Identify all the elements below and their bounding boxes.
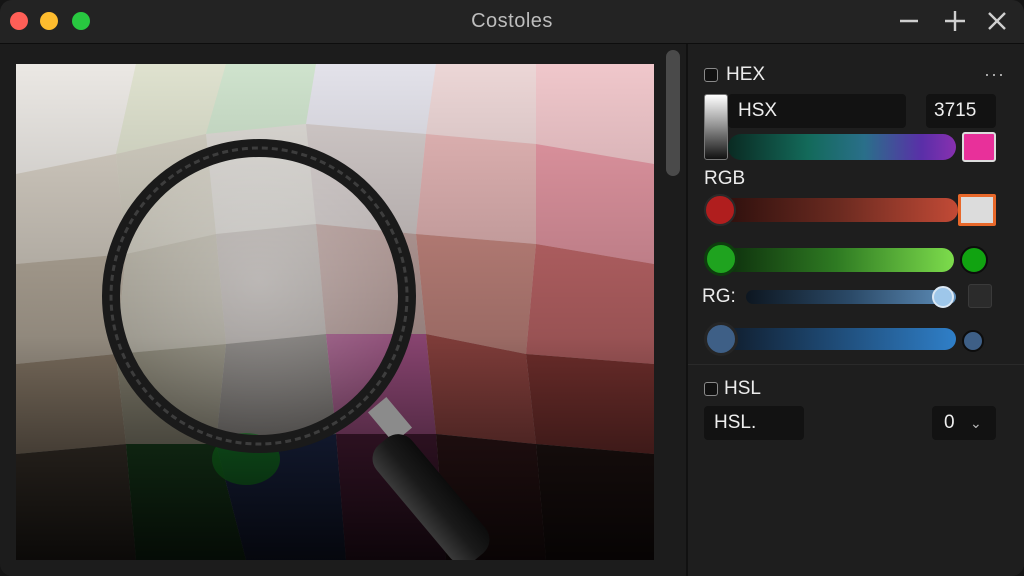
red-color-swatch[interactable] (958, 194, 996, 226)
red-slider-knob[interactable] (704, 194, 736, 226)
hue-color-swatch[interactable] (962, 132, 996, 162)
section-divider (688, 364, 1024, 365)
vertical-scrollbar[interactable] (666, 50, 680, 176)
blue-color-swatch[interactable] (962, 330, 984, 352)
rg-slider-track[interactable] (746, 290, 956, 304)
color-image-canvas[interactable] (16, 64, 654, 560)
blue-slider-track[interactable] (718, 328, 956, 350)
window-title: Costoles (471, 10, 553, 32)
chevron-down-icon: ⌄ (970, 415, 982, 431)
hsl-dropdown[interactable]: 0 ⌄ (932, 406, 996, 440)
hsl-label: HSL (724, 378, 761, 399)
hsl-field[interactable]: HSL. (704, 406, 804, 440)
green-slider-track[interactable] (718, 248, 954, 272)
hex-label: HEX (726, 64, 766, 85)
polygon-color-field (16, 64, 654, 560)
color-inspector-panel: HEX ··· HSX 3715 RGB RG: HSL HSL. 0 ⌄ (688, 44, 1024, 576)
green-slider-knob[interactable] (704, 242, 738, 276)
rgb-label: RGB (704, 168, 746, 189)
plus-icon[interactable] (942, 8, 968, 34)
hex-checkbox[interactable] (704, 68, 718, 82)
more-options-button[interactable]: ··· (984, 64, 1005, 85)
hsx-field[interactable]: HSX (728, 94, 906, 128)
image-canvas-pane (0, 44, 686, 576)
blue-slider-knob[interactable] (704, 322, 738, 356)
title-bar: Costoles (0, 0, 1024, 44)
red-slider-track[interactable] (718, 198, 958, 222)
brightness-gradient-strip[interactable] (704, 94, 728, 160)
rg-color-swatch[interactable] (968, 284, 992, 308)
hsl-checkbox[interactable] (704, 382, 718, 396)
green-color-swatch[interactable] (960, 246, 988, 274)
app-window: Costoles HEX ··· HSX 3715 RGB RG: HSL HS… (0, 0, 1024, 576)
rg-slider-knob[interactable] (932, 286, 954, 308)
hsl-dropdown-value: 0 (944, 412, 955, 433)
hsx-value-field[interactable]: 3715 (926, 94, 996, 128)
rg-label: RG: (702, 286, 736, 307)
hue-slider-track[interactable] (728, 134, 956, 160)
close-icon[interactable] (984, 8, 1010, 34)
minus-icon[interactable] (896, 8, 922, 34)
